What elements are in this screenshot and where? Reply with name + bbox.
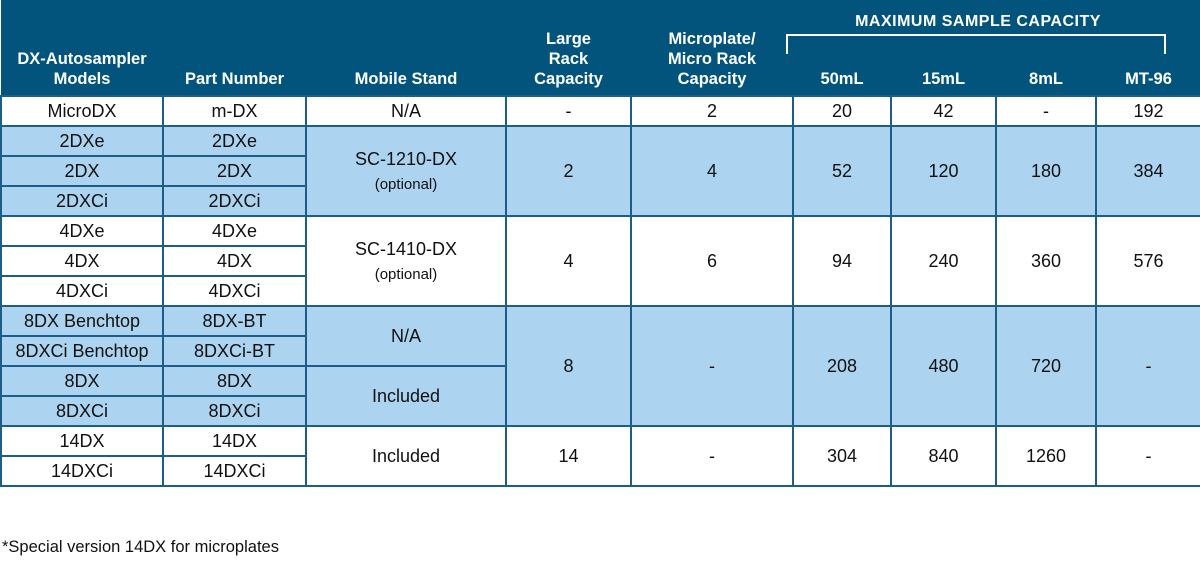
model-cell: 2DXe [0,125,164,157]
c8-cell: 1260 [995,425,1097,487]
microplate-cell: 6 [630,215,794,307]
c8-cell: 720 [995,305,1097,427]
c8-cell: 180 [995,125,1097,217]
stand-name: SC-1410-DX [354,239,458,259]
model-cell: 2DX [0,155,164,187]
table-row: MicroDX m-DX N/A - 2 20 42 - 192 [0,95,1200,127]
mt96-cell: - [1095,425,1200,487]
col-microplate: Microplate/ Micro Rack Capacity [631,0,793,96]
model-cell: 14DX [0,425,164,457]
part-cell: 8DX-BT [162,305,307,337]
c15-cell: 480 [890,305,997,427]
col-large: Large Rack Capacity [506,0,631,96]
part-cell: 14DXCi [162,455,307,487]
c15-cell: 42 [890,95,997,127]
part-cell: 2DXe [162,125,307,157]
c15-cell: 240 [890,215,997,307]
part-cell: 4DX [162,245,307,277]
model-cell: 8DX Benchtop [0,305,164,337]
autosampler-table: DX-Autosampler Models Part Number Mobile… [0,0,1200,487]
model-cell: 8DX [0,365,164,397]
model-cell: 4DX [0,245,164,277]
mt96-cell: - [1095,305,1200,427]
model-cell: 8DXCi Benchtop [0,335,164,367]
col-stand: Mobile Stand [306,0,506,96]
stand-name: SC-1210-DX [354,149,458,169]
c50-cell: 52 [792,125,892,217]
part-cell: 8DX [162,365,307,397]
model-cell: 14DXCi [0,455,164,487]
part-cell: 4DXe [162,215,307,247]
col-models: DX-Autosampler Models [1,0,163,96]
table-row: 14DX 14DX Included 14 - 304 840 1260 - [0,425,1200,487]
table-row: 2DXe 2DXe SC-1210-DX (optional) 2 4 52 12… [0,125,1200,217]
c8-cell: 360 [995,215,1097,307]
large-cell: 14 [505,425,632,487]
stand-cell: SC-1210-DX (optional) [305,125,507,217]
model-cell: MicroDX [0,95,164,127]
c50-cell: 304 [792,425,892,487]
large-cell: 2 [505,125,632,217]
mt96-cell: 576 [1095,215,1200,307]
large-cell: 4 [505,215,632,307]
large-cell: - [505,95,632,127]
stand-cell: N/A [305,305,507,367]
col-8ml: 8mL [996,0,1096,96]
stand-cell: Included [305,425,507,487]
microplate-cell: - [630,305,794,427]
col-15ml: 15mL [891,0,996,96]
model-cell: 4DXe [0,215,164,247]
mt96-cell: 384 [1095,125,1200,217]
part-cell: m-DX [162,95,307,127]
model-cell: 4DXCi [0,275,164,307]
model-cell: 8DXCi [0,395,164,427]
col-part: Part Number [163,0,306,96]
stand-cell: N/A [305,95,507,127]
microplate-cell: - [630,425,794,487]
header-row: DX-Autosampler Models Part Number Mobile… [1,0,1200,96]
col-mt96: MT-96 [1096,0,1200,96]
stand-cell: Included [305,365,507,427]
mt96-cell: 192 [1095,95,1200,127]
part-cell: 2DXCi [162,185,307,217]
c50-cell: 94 [792,215,892,307]
stand-note: (optional) [374,176,438,193]
c8-cell: - [995,95,1097,127]
part-cell: 4DXCi [162,275,307,307]
part-cell: 2DX [162,155,307,187]
table-row: 8DX Benchtop 8DX-BT N/A 8 - 208 480 720 … [0,305,1200,427]
part-cell: 8DXCi [162,395,307,427]
c15-cell: 120 [890,125,997,217]
col-50ml: 50mL [793,0,891,96]
c50-cell: 208 [792,305,892,427]
c15-cell: 840 [890,425,997,487]
part-cell: 14DX [162,425,307,457]
table-row: 4DXe 4DXe SC-1410-DX (optional) 4 6 94 24… [0,215,1200,307]
part-cell: 8DXCi-BT [162,335,307,367]
microplate-cell: 2 [630,95,794,127]
stand-cell: SC-1410-DX (optional) [305,215,507,307]
c50-cell: 20 [792,95,892,127]
stand-note: (optional) [374,266,438,283]
footnote: *Special version 14DX for microplates [2,538,279,556]
large-cell: 8 [505,305,632,427]
microplate-cell: 4 [630,125,794,217]
model-cell: 2DXCi [0,185,164,217]
